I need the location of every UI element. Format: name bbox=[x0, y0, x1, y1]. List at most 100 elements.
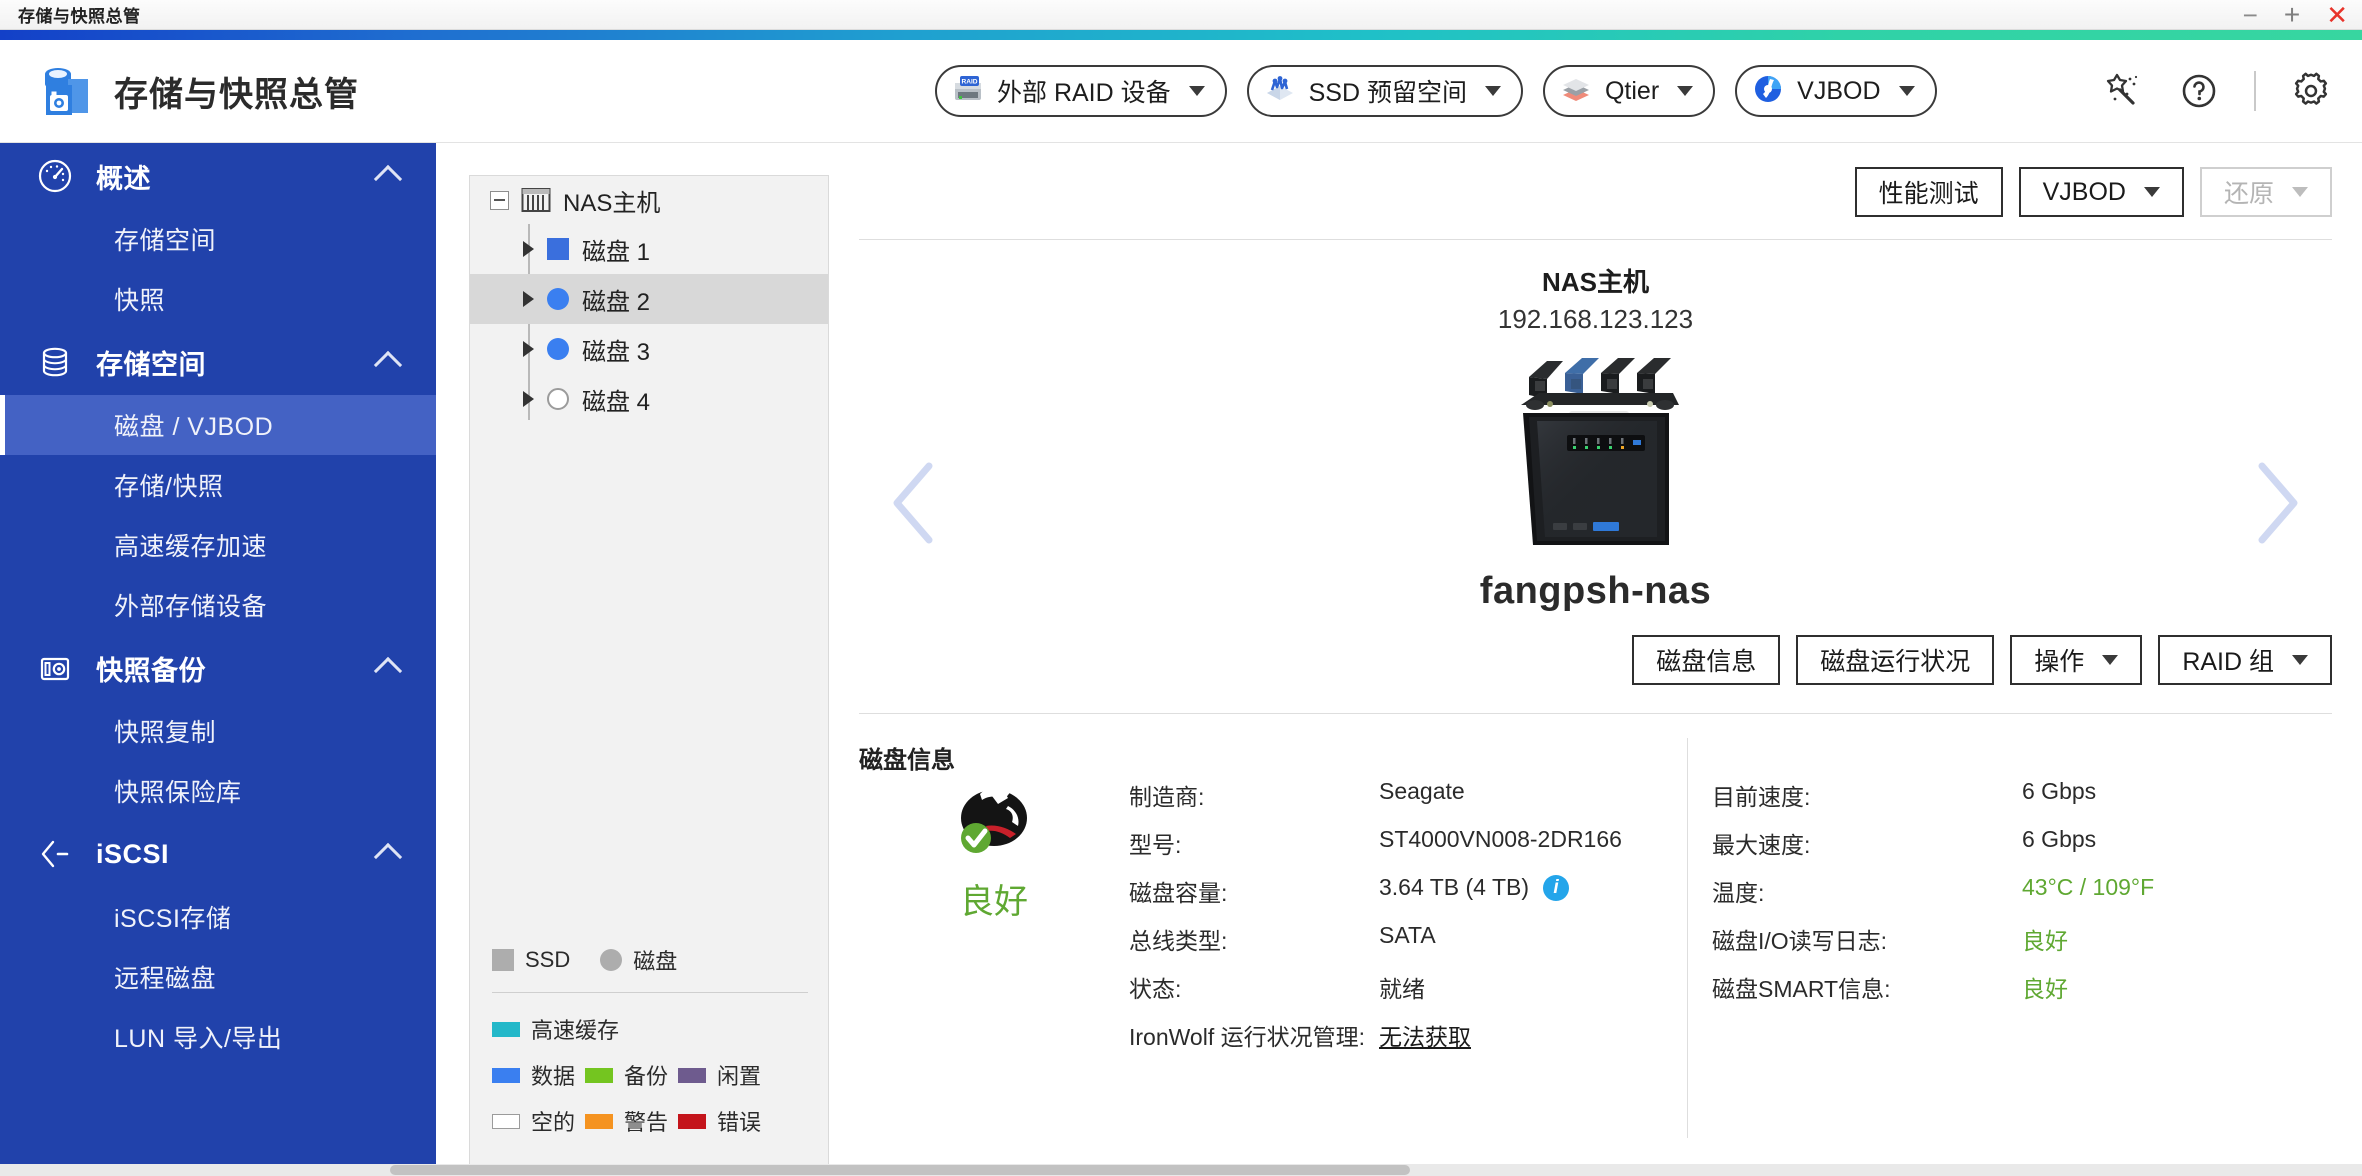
minimize-button[interactable]: − bbox=[2243, 2, 2258, 28]
field-value: 良好 bbox=[2022, 976, 2068, 1002]
legend-swatch-backup-icon bbox=[585, 1067, 614, 1083]
info-icon[interactable]: i bbox=[1543, 874, 1569, 901]
sidebar-item-iscsi-storage[interactable]: iSCSI存储 bbox=[0, 887, 436, 947]
disk-health-label: 磁盘运行状况 bbox=[1820, 648, 1971, 676]
tree-root-nas-host[interactable]: NAS主机 bbox=[470, 176, 828, 224]
performance-test-button[interactable]: 性能测试 bbox=[1854, 167, 2003, 217]
next-enclosure-button[interactable] bbox=[2240, 458, 2310, 548]
sidebar-item-storage-snapshot[interactable]: 存储/快照 bbox=[0, 455, 436, 515]
legend-label: 磁盘 bbox=[633, 949, 678, 974]
chevron-up-icon[interactable] bbox=[373, 842, 403, 872]
ssd-overprovisioning-pill[interactable]: SSD 预留空间 bbox=[1246, 65, 1523, 117]
legend-label: 空的 bbox=[531, 1110, 576, 1135]
tree-item-disk-3[interactable]: 磁盘 3 bbox=[470, 324, 828, 374]
gear-icon[interactable] bbox=[2290, 70, 2332, 112]
field-value: 3.64 TB (4 TB) bbox=[1379, 874, 1529, 900]
field-smart-info: 磁盘SMART信息: 良好 bbox=[1712, 970, 2154, 1004]
chevron-down-icon bbox=[1188, 86, 1205, 96]
vjbod-pill[interactable]: VJBOD bbox=[1735, 65, 1937, 117]
sidebar-item-snapshot-overview[interactable]: 快照 bbox=[0, 269, 436, 329]
external-raid-label: 外部 RAID 设备 bbox=[997, 79, 1171, 107]
nas-enclosure-block: NAS主机 192.168.123.123 fangpsh-nas bbox=[859, 262, 2332, 613]
operations-button[interactable]: 操作 bbox=[2010, 635, 2143, 685]
header-tool-pills: RAID 外部 RAID 设备 SSD 预留空间 Qtier VJBOD bbox=[935, 65, 1937, 117]
field-key: 最大速度: bbox=[1712, 832, 1811, 858]
chevron-up-icon[interactable] bbox=[373, 350, 403, 380]
sidebar-item-remote-disk[interactable]: 远程磁盘 bbox=[0, 947, 436, 1007]
field-key: IronWolf 运行状况管理: bbox=[1129, 1024, 1365, 1050]
tree-item-disk-1[interactable]: 磁盘 1 bbox=[470, 224, 828, 274]
field-value: 就绪 bbox=[1379, 976, 1425, 1002]
chevron-up-icon[interactable] bbox=[373, 164, 403, 194]
legend-empty: 空的 bbox=[492, 1105, 575, 1137]
help-circle-icon[interactable] bbox=[2178, 70, 2220, 112]
window-controls: − + ✕ bbox=[2243, 0, 2348, 30]
chevron-right-icon[interactable] bbox=[523, 291, 534, 307]
disk-info-button[interactable]: 磁盘信息 bbox=[1632, 635, 1781, 685]
vjbod-button[interactable]: VJBOD bbox=[2018, 167, 2184, 217]
sidebar-item-label: 磁盘 / VJBOD bbox=[114, 413, 274, 441]
sidebar-item-label: 高速缓存加速 bbox=[114, 533, 268, 561]
tree-collapse-icon[interactable] bbox=[490, 190, 509, 210]
legend-row-types: SSD 磁盘 bbox=[492, 944, 808, 976]
sidebar-item-lun-import-export[interactable]: LUN 导入/导出 bbox=[0, 1007, 436, 1067]
prev-enclosure-button[interactable] bbox=[881, 458, 951, 548]
tree-item-disk-4[interactable]: 磁盘 4 bbox=[470, 374, 828, 424]
ironwolf-disk-ok-icon bbox=[946, 776, 1042, 862]
content-divider-top bbox=[859, 239, 2332, 240]
field-status: 状态: 就绪 bbox=[1129, 970, 1654, 1004]
field-key: 状态: bbox=[1129, 976, 1182, 1002]
raid-group-button[interactable]: RAID 组 bbox=[2158, 635, 2332, 685]
restore-button[interactable]: 还原 bbox=[2199, 167, 2332, 217]
sidebar-item-label: 快照 bbox=[114, 287, 166, 315]
field-key: 磁盘SMART信息: bbox=[1712, 976, 1891, 1002]
sidebar-group-label: 概述 bbox=[96, 163, 151, 194]
legend-swatch-empty-icon bbox=[492, 1113, 520, 1129]
app-header: 存储与快照总管 RAID 外部 RAID 设备 SSD 预留空间 Qtier V… bbox=[0, 40, 2362, 143]
chevron-right-icon[interactable] bbox=[523, 341, 534, 357]
sidebar-group-overview[interactable]: 概述 bbox=[0, 143, 436, 209]
ironwolf-health-link[interactable]: 无法获取 bbox=[1379, 1018, 1471, 1052]
sidebar-item-snapshot-replica[interactable]: 快照复制 bbox=[0, 701, 436, 761]
disk-health-button[interactable]: 磁盘运行状况 bbox=[1796, 635, 1995, 685]
horizontal-scrollbar[interactable] bbox=[0, 1164, 2362, 1176]
field-value: SATA bbox=[1379, 922, 1436, 948]
sidebar-item-storage-space-overview[interactable]: 存储空间 bbox=[0, 209, 436, 269]
sidebar-item-external-storage[interactable]: 外部存储设备 bbox=[0, 575, 436, 635]
sidebar-item-disks-vjbod[interactable]: 磁盘 / VJBOD bbox=[0, 395, 436, 455]
performance-test-label: 性能测试 bbox=[1878, 180, 1979, 208]
operations-label: 操作 bbox=[2034, 648, 2085, 676]
sidebar-item-label: LUN 导入/导出 bbox=[114, 1025, 283, 1053]
close-button[interactable]: ✕ bbox=[2326, 2, 2348, 28]
chevron-down-icon bbox=[2292, 187, 2308, 197]
disk-legend: SSD 磁盘 高速缓存 数据 备份 闲置 空的 警告 错误 bbox=[492, 944, 808, 1151]
chevron-down-icon bbox=[2143, 187, 2160, 197]
detail-panel: 性能测试 VJBOD 还原 NAS主机 192.168.123.123 fang… bbox=[829, 143, 2362, 1176]
magic-wand-icon[interactable] bbox=[2102, 70, 2144, 112]
nas-host-ip: 192.168.123.123 bbox=[1497, 304, 1694, 334]
sidebar-group-storage[interactable]: 存储空间 bbox=[0, 329, 436, 395]
main-area: NAS主机 磁盘 1 磁盘 2 磁盘 3 磁盘 4 SSD 磁盘 高速缓存 数据… bbox=[436, 143, 2362, 1176]
vjbod-label: VJBOD bbox=[1797, 76, 1881, 105]
field-key: 制造商: bbox=[1129, 784, 1205, 810]
iscsi-icon bbox=[34, 833, 76, 875]
maximize-button[interactable]: + bbox=[2284, 1, 2300, 29]
sidebar-group-snapshot-backup[interactable]: 快照备份 bbox=[0, 635, 436, 701]
field-value: Seagate bbox=[1379, 778, 1465, 804]
chevron-right-icon[interactable] bbox=[523, 391, 534, 407]
chevron-right-icon[interactable] bbox=[523, 241, 534, 257]
legend-row-status: 空的 警告 错误 bbox=[492, 1105, 808, 1137]
sidebar-group-iscsi[interactable]: iSCSI bbox=[0, 821, 436, 887]
sidebar-item-cache-acceleration[interactable]: 高速缓存加速 bbox=[0, 515, 436, 575]
scrollbar-thumb[interactable] bbox=[390, 1165, 1410, 1175]
nas-enclosure-4bay-image bbox=[859, 347, 2332, 552]
qtier-pill[interactable]: Qtier bbox=[1542, 65, 1716, 117]
legend-data: 数据 bbox=[492, 1059, 575, 1091]
sidebar-item-snapshot-vault[interactable]: 快照保险库 bbox=[0, 761, 436, 821]
sidebar-item-label: 远程磁盘 bbox=[114, 965, 217, 993]
tree-item-label: 磁盘 2 bbox=[582, 288, 651, 316]
chevron-up-icon[interactable] bbox=[373, 656, 403, 686]
tree-item-disk-2[interactable]: 磁盘 2 bbox=[470, 274, 828, 324]
field-max-speed: 最大速度: 6 Gbps bbox=[1712, 826, 2154, 860]
external-raid-pill[interactable]: RAID 外部 RAID 设备 bbox=[935, 65, 1227, 117]
